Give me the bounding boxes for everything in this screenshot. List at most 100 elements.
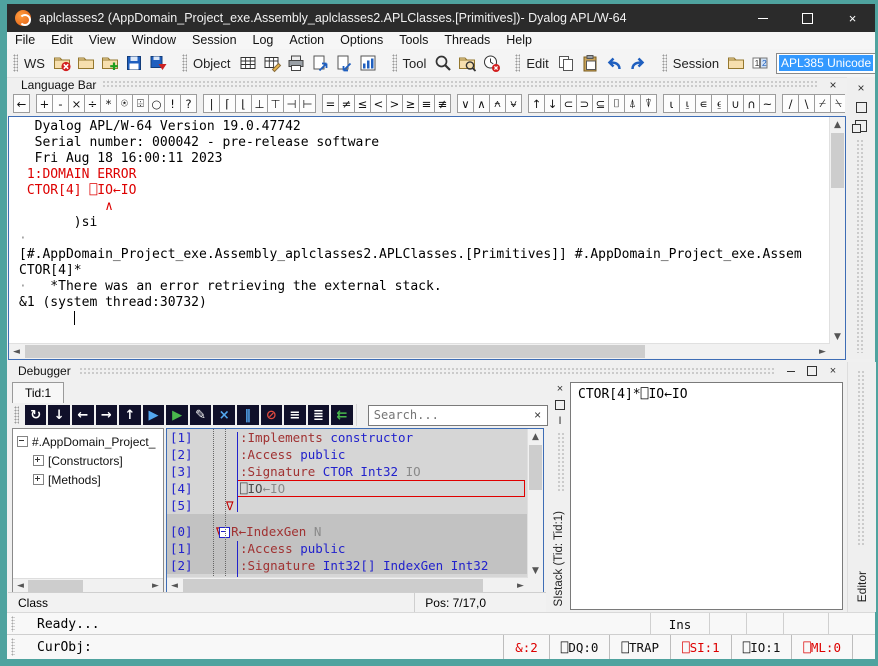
sistack-close-icon[interactable]: × <box>553 382 567 396</box>
apl-symbol-button[interactable]: ∨ <box>457 94 474 113</box>
tool-search-icon[interactable] <box>432 52 454 74</box>
menu-file[interactable]: File <box>7 32 43 49</box>
menu-action[interactable]: Action <box>281 32 332 49</box>
tab-tid-1[interactable]: Tid:1 <box>12 382 64 403</box>
scroll-up-icon[interactable]: ▲ <box>528 429 543 444</box>
close-button[interactable]: × <box>830 4 875 32</box>
menu-window[interactable]: Window <box>124 32 184 49</box>
apl-symbol-button[interactable]: ⍒ <box>640 94 657 113</box>
clear-trace-points-icon[interactable]: ≡ <box>284 405 306 425</box>
obj-grid-edit-icon[interactable] <box>261 52 283 74</box>
toolbar-grip[interactable] <box>662 54 667 72</box>
toolbar-grip[interactable] <box>14 406 19 424</box>
toolbar-grip[interactable] <box>392 54 397 72</box>
apl-symbol-button[interactable]: ⍷ <box>711 94 728 113</box>
edit-name-icon[interactable]: ✎ <box>190 405 212 425</box>
apl-symbol-button[interactable]: ~ <box>759 94 776 113</box>
apl-symbol-button[interactable]: ○ <box>148 94 165 113</box>
code-editor-pane[interactable]: [1]:Implements constructor[2]:Access pub… <box>166 428 544 594</box>
step-into-icon[interactable]: ↓ <box>48 405 70 425</box>
scroll-left-icon[interactable]: ◄ <box>9 344 24 359</box>
apl-symbol-button[interactable]: ! <box>164 94 181 113</box>
scroll-right-icon[interactable]: ► <box>513 578 528 593</box>
expand-box-icon[interactable] <box>33 474 44 485</box>
maximize-button[interactable] <box>785 4 830 32</box>
continue-icon[interactable]: ▶ <box>143 405 165 425</box>
continue-all-icon[interactable]: ▶ <box>166 405 188 425</box>
trace-restart-icon[interactable]: ↻ <box>25 405 47 425</box>
apl-symbol-button[interactable]: ⌹ <box>132 94 149 113</box>
apl-symbol-button[interactable]: ⊆ <box>592 94 609 113</box>
breakpoint-gutter[interactable] <box>225 429 226 578</box>
apl-symbol-button[interactable]: ⌈ <box>219 94 236 113</box>
menu-threads[interactable]: Threads <box>436 32 498 49</box>
apl-symbol-button[interactable]: ⊢ <box>299 94 316 113</box>
code-horizontal-scrollbar[interactable]: ◄ ► <box>167 577 528 593</box>
breakpoint-gutter[interactable] <box>213 429 214 578</box>
menu-view[interactable]: View <box>81 32 124 49</box>
scroll-left-icon[interactable]: ◄ <box>167 578 182 593</box>
debugger-minimize-icon[interactable] <box>782 364 800 378</box>
tool-folder-search-icon[interactable] <box>456 52 478 74</box>
code-line[interactable]: [2]:Signature Int32[] IndexGen Int32 <box>167 557 528 574</box>
sistack-maximize-icon[interactable] <box>553 398 567 412</box>
edit-paste-icon[interactable] <box>579 52 601 74</box>
editor-tab[interactable]: Editor <box>855 571 869 602</box>
ws-save-icon[interactable] <box>123 52 145 74</box>
menu-log[interactable]: Log <box>245 32 282 49</box>
tree-root[interactable]: #.AppDomain_Project_ <box>17 432 163 451</box>
debugger-close-icon[interactable]: × <box>824 364 842 378</box>
language-bar-close-icon[interactable]: × <box>825 78 841 91</box>
code-line[interactable]: [3]:Signature CTOR Int32 IO <box>167 463 528 480</box>
apl-symbol-button[interactable]: / <box>782 94 799 113</box>
apl-symbol-button[interactable]: ? <box>180 94 197 113</box>
clear-stop-points-icon[interactable]: ≣ <box>308 405 330 425</box>
ws-export-icon[interactable] <box>147 52 169 74</box>
scroll-up-icon[interactable]: ▲ <box>830 117 845 132</box>
dock-grip[interactable] <box>856 139 865 353</box>
scroll-down-icon[interactable]: ▼ <box>830 329 845 344</box>
scroll-down-icon[interactable]: ▼ <box>528 563 543 578</box>
obj-paste-icon[interactable] <box>333 52 355 74</box>
sistack-pin-icon[interactable]: I <box>553 414 567 428</box>
skip-back-icon[interactable]: ← <box>72 405 94 425</box>
apl-symbol-button[interactable]: ÷ <box>84 94 101 113</box>
obj-copy-icon[interactable] <box>309 52 331 74</box>
search-input[interactable] <box>369 407 528 423</box>
apl-symbol-button[interactable]: ↓ <box>544 94 561 113</box>
minimize-button[interactable] <box>740 4 785 32</box>
class-tree[interactable]: #.AppDomain_Project_ [Constructors] [Met… <box>12 428 164 594</box>
obj-chart-icon[interactable] <box>357 52 379 74</box>
debugger-maximize-icon[interactable] <box>803 364 821 378</box>
apl-symbol-button[interactable]: ⊥ <box>251 94 268 113</box>
apl-symbol-button[interactable]: ← <box>13 94 30 113</box>
apl-symbol-button[interactable]: ≢ <box>434 94 451 113</box>
apl-symbol-button[interactable]: + <box>36 94 53 113</box>
session-horizontal-scrollbar[interactable]: ◄ ► <box>9 343 830 359</box>
sess-folder-icon[interactable] <box>725 52 747 74</box>
font-dropdown[interactable]: APL385 Unicode∨ <box>776 53 875 74</box>
interrupt-icon[interactable]: ⊘ <box>261 405 283 425</box>
debugger-grip[interactable] <box>79 367 774 376</box>
apl-symbol-button[interactable]: = <box>322 94 339 113</box>
code-line[interactable]: [5]∇ <box>167 497 528 514</box>
apl-symbol-button[interactable]: ≡ <box>418 94 435 113</box>
sess-12-icon[interactable]: 12 <box>749 52 771 74</box>
apl-symbol-button[interactable]: \ <box>798 94 815 113</box>
apl-symbol-button[interactable]: < <box>370 94 387 113</box>
tool-clock-icon[interactable] <box>480 52 502 74</box>
apl-symbol-button[interactable]: ∪ <box>727 94 744 113</box>
apl-symbol-button[interactable]: ≤ <box>354 94 371 113</box>
obj-grid-icon[interactable] <box>237 52 259 74</box>
menu-help[interactable]: Help <box>498 32 540 49</box>
menu-session[interactable]: Session <box>184 32 244 49</box>
pause-icon[interactable]: ‖ <box>237 405 259 425</box>
toolbar-grip[interactable] <box>515 54 520 72</box>
dock-restore-icon[interactable] <box>853 118 869 134</box>
apl-symbol-button[interactable]: ⌷ <box>608 94 625 113</box>
apl-symbol-button[interactable]: ⌿ <box>814 94 831 113</box>
apl-symbol-button[interactable]: ⍋ <box>624 94 641 113</box>
apl-symbol-button[interactable]: ⍸ <box>679 94 696 113</box>
dock-maximize-icon[interactable] <box>853 99 869 115</box>
apl-symbol-button[interactable]: ≠ <box>338 94 355 113</box>
